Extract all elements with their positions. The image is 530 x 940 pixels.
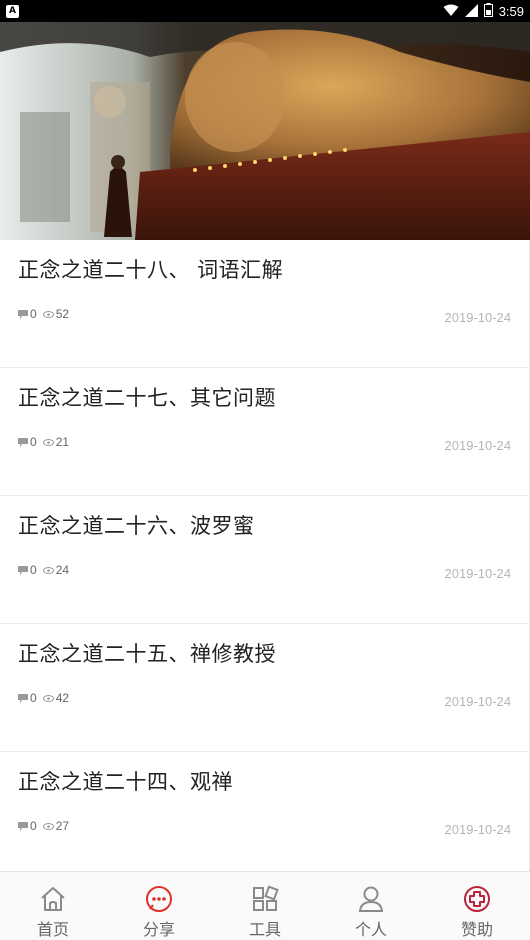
article-item[interactable]: 正念之道二十七、其它问题 0 21 2019-10-24 <box>0 368 530 496</box>
red-cross-icon <box>462 884 492 914</box>
battery-icon <box>483 2 493 21</box>
article-title: 正念之道二十七、其它问题 <box>18 386 276 410</box>
status-time: 3:59 <box>498 3 524 19</box>
notification-a-icon: A <box>6 4 19 18</box>
nav-label: 分享 <box>142 920 175 939</box>
view-count: 42 <box>55 691 70 705</box>
view-count: 27 <box>55 819 70 833</box>
comment-icon <box>18 565 28 575</box>
status-bar: A 3:59 <box>0 0 530 22</box>
article-title: 正念之道二十六、波罗蜜 <box>18 514 255 538</box>
article-date: 2019-10-24 <box>444 438 512 453</box>
wifi-icon <box>443 2 459 21</box>
grid-tools-icon <box>250 884 280 914</box>
comment-count: 0 <box>30 435 37 449</box>
signal-icon <box>464 2 478 21</box>
article-item[interactable]: 正念之道二十六、波罗蜜 0 24 2019-10-24 <box>0 496 530 624</box>
eye-icon <box>42 438 54 446</box>
comment-count: 0 <box>30 307 37 321</box>
comment-icon <box>18 309 28 319</box>
reclining-buddha-illustration <box>0 22 530 240</box>
eye-icon <box>42 310 54 318</box>
view-count: 24 <box>55 563 70 577</box>
article-meta: 0 24 <box>18 563 75 577</box>
nav-label: 工具 <box>248 920 281 939</box>
eye-icon <box>42 566 54 574</box>
comment-count: 0 <box>30 563 37 577</box>
home-icon <box>38 884 68 914</box>
article-item[interactable]: 正念之道二十五、禅修教授 0 42 2019-10-24 <box>0 624 530 752</box>
nav-item-home[interactable]: 首页 <box>0 872 106 940</box>
article-meta: 0 21 <box>18 435 75 449</box>
article-title: 正念之道二十五、禅修教授 <box>18 642 276 666</box>
comment-icon <box>18 693 28 703</box>
article-date: 2019-10-24 <box>444 310 512 325</box>
nav-label: 赞助 <box>460 920 493 939</box>
article-title: 正念之道二十八、 词语汇解 <box>18 258 284 282</box>
view-count: 21 <box>55 435 70 449</box>
view-count: 52 <box>55 307 70 321</box>
article-item[interactable]: 正念之道二十八、 词语汇解 0 52 2019-10-24 <box>0 240 530 368</box>
comment-count: 0 <box>30 691 37 705</box>
article-meta: 0 42 <box>18 691 75 705</box>
nav-label: 个人 <box>354 920 387 939</box>
comment-icon <box>18 821 28 831</box>
article-title: 正念之道二十四、观禅 <box>18 770 233 794</box>
nav-item-share[interactable]: 分享 <box>106 872 212 940</box>
article-date: 2019-10-24 <box>444 566 512 581</box>
nav-item-tools[interactable]: 工具 <box>212 872 318 940</box>
eye-icon <box>42 822 54 830</box>
nav-item-profile[interactable]: 个人 <box>318 872 424 940</box>
nav-item-donate[interactable]: 赞助 <box>424 872 530 940</box>
person-icon <box>356 884 386 914</box>
article-meta: 0 27 <box>18 819 75 833</box>
article-list: 正念之道二十八、 词语汇解 0 52 2019-10-24 正念之道二十七、其它… <box>0 240 530 880</box>
article-item[interactable]: 正念之道二十四、观禅 0 27 2019-10-24 <box>0 752 530 880</box>
bottom-nav: 首页 分享 工具 个人 赞助 <box>0 871 530 940</box>
nav-label: 首页 <box>36 920 69 939</box>
eye-icon <box>42 694 54 702</box>
comment-icon <box>18 437 28 447</box>
hero-banner-image[interactable] <box>0 22 530 240</box>
article-meta: 0 52 <box>18 307 75 321</box>
article-date: 2019-10-24 <box>444 694 512 709</box>
chat-bubble-icon <box>144 884 174 914</box>
comment-count: 0 <box>30 819 37 833</box>
article-date: 2019-10-24 <box>444 822 512 837</box>
